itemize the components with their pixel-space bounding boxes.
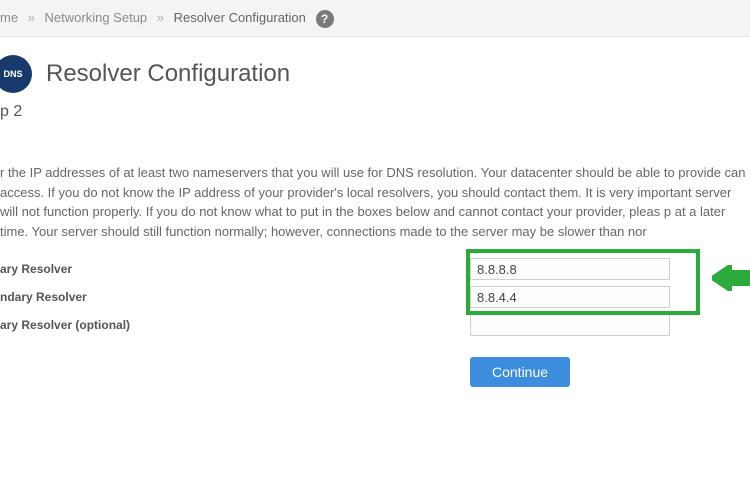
primary-resolver-input[interactable] <box>470 258 670 280</box>
crumb-networking-setup[interactable]: Networking Setup <box>45 10 148 25</box>
page-title: Resolver Configuration <box>46 60 290 88</box>
secondary-resolver-label: ndary Resolver <box>0 290 470 304</box>
dns-logo-icon: DNS <box>0 55 32 93</box>
crumb-sep-icon: » <box>157 10 164 25</box>
arrow-left-icon <box>712 265 750 291</box>
breadcrumb: me » Networking Setup » Resolver Configu… <box>0 0 750 37</box>
secondary-resolver-input[interactable] <box>470 286 670 308</box>
step-indicator: p 2 <box>0 103 750 121</box>
primary-resolver-label: ary Resolver <box>0 262 470 276</box>
crumb-current: Resolver Configuration <box>174 10 306 25</box>
crumb-home[interactable]: me <box>0 10 18 25</box>
tertiary-resolver-input[interactable] <box>470 314 670 336</box>
instructions-text: r the IP addresses of at least two names… <box>0 163 750 241</box>
tertiary-resolver-label: ary Resolver (optional) <box>0 318 470 332</box>
continue-button[interactable]: Continue <box>470 357 570 387</box>
crumb-sep-icon: » <box>28 10 35 25</box>
help-icon[interactable]: ? <box>316 10 334 28</box>
